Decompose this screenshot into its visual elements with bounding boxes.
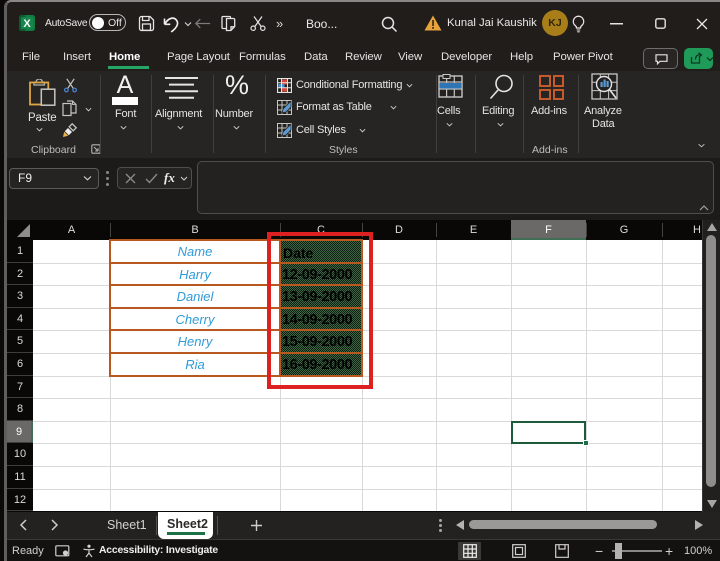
- svg-text:X: X: [23, 18, 31, 30]
